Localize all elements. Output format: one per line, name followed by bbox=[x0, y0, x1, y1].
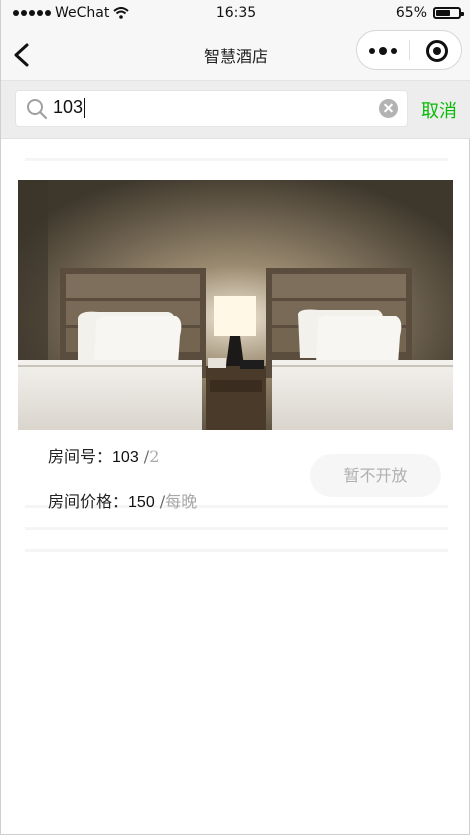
battery-percent: 65% bbox=[395, 5, 427, 21]
price-sep: / bbox=[154, 492, 166, 511]
search-bar: 103 取消 bbox=[1, 81, 470, 139]
nav-bar: 智慧酒店 bbox=[1, 30, 470, 81]
price-label: 房间价格： bbox=[48, 492, 129, 511]
search-input[interactable]: 103 bbox=[53, 97, 86, 119]
search-icon bbox=[27, 99, 48, 120]
miniprogram-capsule bbox=[356, 30, 462, 70]
room-number-value: 103 bbox=[112, 449, 139, 466]
price-value: 150 bbox=[128, 494, 155, 511]
battery-icon bbox=[433, 7, 464, 19]
clear-icon[interactable] bbox=[379, 99, 398, 118]
room-price-row: 房间价格：150 /每晚 bbox=[48, 488, 197, 512]
battery-group: 65% bbox=[395, 5, 464, 21]
more-icon[interactable] bbox=[369, 44, 399, 58]
cancel-button[interactable]: 取消 bbox=[421, 97, 457, 123]
exit-miniprogram-icon[interactable] bbox=[426, 40, 448, 62]
room-status-button[interactable]: 暂不开放 bbox=[310, 454, 441, 497]
room-number-row: 房间号：103 /2 bbox=[48, 443, 159, 467]
room-number-label: 房间号： bbox=[48, 447, 113, 466]
room-number-sep: / bbox=[138, 447, 150, 466]
status-bar: WeChat 16:35 65% bbox=[1, 0, 470, 30]
room-photo[interactable] bbox=[18, 180, 453, 430]
room-number-suffix: 2 bbox=[149, 447, 160, 466]
divider bbox=[25, 549, 448, 552]
search-field[interactable]: 103 bbox=[15, 90, 408, 127]
price-unit: 每晚 bbox=[165, 492, 198, 511]
divider bbox=[25, 158, 448, 161]
hotel-room-image bbox=[18, 180, 453, 430]
battery-fill bbox=[436, 10, 450, 16]
divider bbox=[25, 527, 448, 530]
